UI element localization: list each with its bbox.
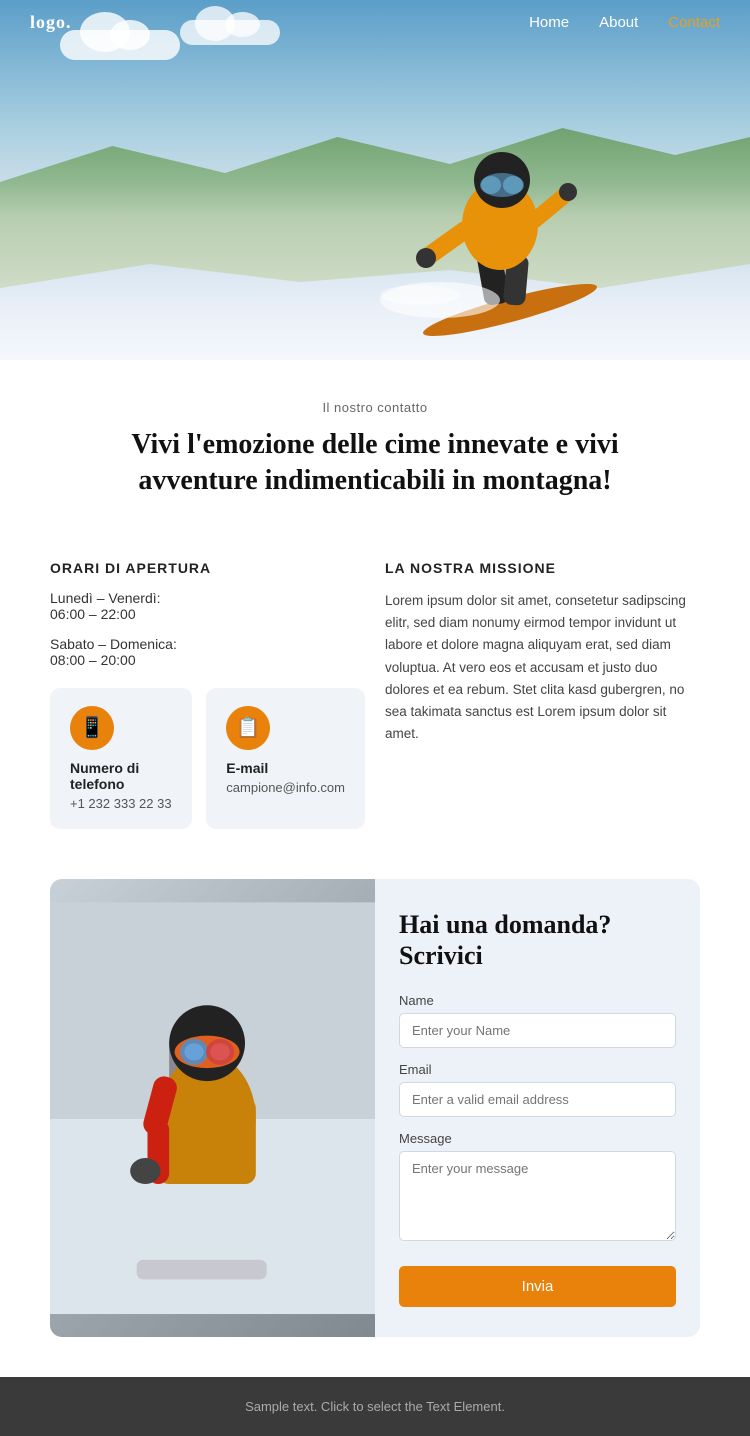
email-label: Email xyxy=(399,1062,676,1077)
email-group: Email xyxy=(399,1062,676,1117)
name-label: Name xyxy=(399,993,676,1008)
info-grid: ORARI DI APERTURA Lunedì – Venerdì: 06:0… xyxy=(0,550,750,859)
footer: Sample text. Click to select the Text El… xyxy=(0,1377,750,1436)
form-title: Hai una domanda? Scrivici xyxy=(399,909,676,971)
name-group: Name xyxy=(399,993,676,1048)
message-label: Message xyxy=(399,1131,676,1146)
email-value: campione@info.com xyxy=(226,780,345,795)
weekend-label: Sabato – Domenica: xyxy=(50,636,365,652)
submit-button[interactable]: Invia xyxy=(399,1266,676,1307)
message-group: Message xyxy=(399,1131,676,1246)
message-textarea[interactable] xyxy=(399,1151,676,1241)
form-image xyxy=(50,879,375,1337)
weekday-label: Lunedì – Venerdì: xyxy=(50,590,365,606)
hero-section xyxy=(0,0,750,360)
weekday-time: 06:00 – 22:00 xyxy=(50,606,365,622)
contact-subtitle: Il nostro contatto xyxy=(50,400,700,415)
nav-link-home[interactable]: Home xyxy=(529,14,569,31)
nav-link-about[interactable]: About xyxy=(599,14,638,31)
hours-section: ORARI DI APERTURA Lunedì – Venerdì: 06:0… xyxy=(50,560,365,829)
mission-section: LA NOSTRA MISSIONE Lorem ipsum dolor sit… xyxy=(385,560,700,829)
phone-card: 📱 Numero di telefono +1 232 333 22 33 xyxy=(50,688,192,829)
email-input[interactable] xyxy=(399,1082,676,1117)
footer-text: Sample text. Click to select the Text El… xyxy=(22,1399,728,1414)
nav-links: Home About Contact xyxy=(529,14,720,31)
mission-heading: LA NOSTRA MISSIONE xyxy=(385,560,700,576)
contact-title: Vivi l'emozione delle cime innevate e vi… xyxy=(75,427,675,500)
hours-heading: ORARI DI APERTURA xyxy=(50,560,365,576)
contact-cards: 📱 Numero di telefono +1 232 333 22 33 📋 … xyxy=(50,688,365,829)
weekend-time: 08:00 – 20:00 xyxy=(50,652,365,668)
person-image xyxy=(50,879,375,1337)
email-icon: 📋 xyxy=(226,706,270,750)
email-label: E-mail xyxy=(226,760,345,776)
form-section: Hai una domanda? Scrivici Name Email Mes… xyxy=(50,879,700,1337)
navbar: logo. Home About Contact xyxy=(0,0,750,45)
hours-row-weekday: Lunedì – Venerdì: 06:00 – 22:00 xyxy=(50,590,365,622)
snowboarder-illustration xyxy=(350,80,630,340)
mission-text: Lorem ipsum dolor sit amet, consetetur s… xyxy=(385,590,700,746)
nav-link-contact[interactable]: Contact xyxy=(668,14,720,31)
name-input[interactable] xyxy=(399,1013,676,1048)
contact-section: Il nostro contatto Vivi l'emozione delle… xyxy=(0,360,750,550)
email-card: 📋 E-mail campione@info.com xyxy=(206,688,365,829)
hours-row-weekend: Sabato – Domenica: 08:00 – 20:00 xyxy=(50,636,365,668)
phone-value: +1 232 333 22 33 xyxy=(70,796,172,811)
contact-form: Hai una domanda? Scrivici Name Email Mes… xyxy=(375,879,700,1337)
phone-icon: 📱 xyxy=(70,706,114,750)
phone-label: Numero di telefono xyxy=(70,760,172,792)
nav-logo[interactable]: logo. xyxy=(30,12,72,33)
